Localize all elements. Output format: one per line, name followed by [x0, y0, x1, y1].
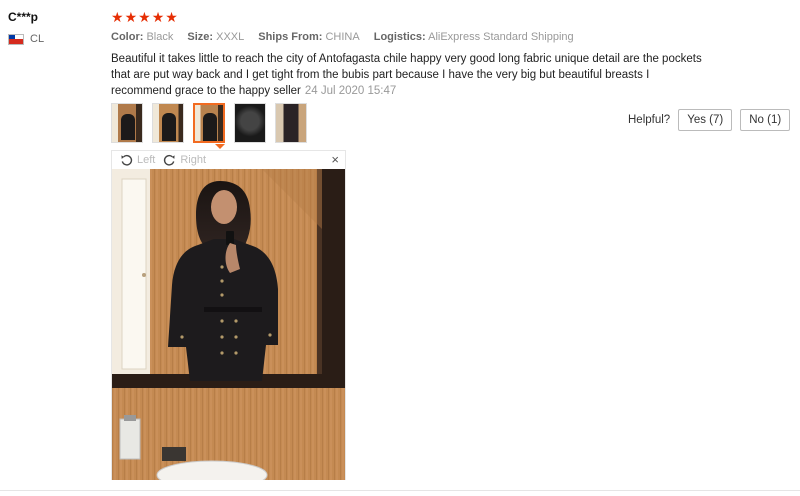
- active-thumb-indicator: [215, 144, 225, 149]
- review-photo: [112, 169, 345, 480]
- helpful-vote: Helpful? Yes (7) No (1): [628, 109, 791, 131]
- rotate-right-icon: [164, 154, 175, 166]
- review-date: 24 Jul 2020 15:47: [304, 85, 397, 97]
- viewer-toolbar: Left Right ×: [112, 151, 345, 169]
- star-icon: ★: [151, 9, 165, 25]
- helpful-no-button[interactable]: No (1): [740, 109, 791, 131]
- review-divider: [0, 490, 800, 491]
- review-photo-thumbnails: [111, 103, 307, 143]
- rotate-right-button[interactable]: Right: [163, 154, 206, 167]
- rotate-left-icon: [121, 154, 133, 166]
- star-icon: ★: [111, 9, 124, 25]
- reviewer-name: C***p: [8, 10, 39, 24]
- country-code: CL: [30, 33, 45, 45]
- photo-thumbnail[interactable]: [152, 103, 184, 143]
- photo-thumbnail[interactable]: [275, 103, 307, 143]
- photo-thumbnail-active[interactable]: [193, 103, 225, 143]
- reviewer-country: CL: [8, 33, 44, 45]
- review-photo-image: [112, 169, 345, 480]
- photo-viewer: Left Right ×: [111, 150, 346, 480]
- ships-from-attr: Ships From: CHINA: [258, 31, 360, 43]
- photo-thumbnail[interactable]: [234, 103, 266, 143]
- star-icon: ★: [138, 9, 151, 25]
- star-icon: ★: [124, 9, 138, 25]
- photo-thumbnail[interactable]: [111, 103, 143, 143]
- viewer-close-icon[interactable]: ×: [331, 152, 339, 167]
- logistics-attr: Logistics: AliExpress Standard Shipping: [373, 31, 574, 43]
- helpful-label: Helpful?: [628, 114, 671, 126]
- rotate-left-button[interactable]: Left: [120, 154, 155, 167]
- helpful-yes-button[interactable]: Yes (7): [678, 109, 733, 131]
- star-icon: ★: [165, 9, 178, 25]
- order-attributes: Color: Black Size: XXXL Ships From: CHIN…: [111, 31, 574, 43]
- review-body: Beautiful it takes little to reach the c…: [111, 51, 711, 99]
- review-text: Beautiful it takes little to reach the c…: [111, 53, 702, 97]
- size-attr: Size: XXXL: [187, 31, 245, 43]
- star-rating: ★ ★ ★ ★ ★: [111, 10, 178, 24]
- chile-flag-icon: [8, 33, 24, 45]
- color-attr: Color: Black: [111, 31, 174, 43]
